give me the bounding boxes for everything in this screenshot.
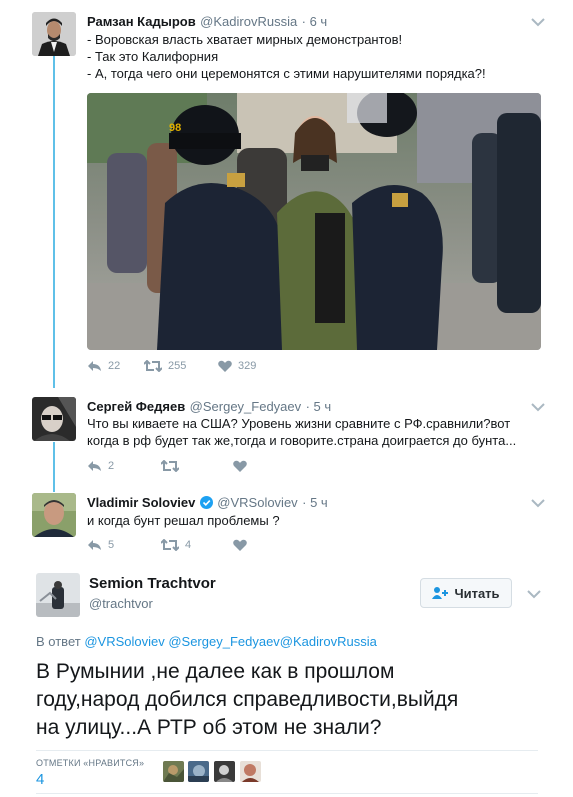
liker-avatar[interactable] [188,761,209,782]
main-tweet-text: В Румынии ,не далее как в прошлом году,н… [36,658,458,742]
retweet-icon [161,539,179,551]
main-text-line: В Румынии ,не далее как в прошлом [36,660,395,683]
chevron-down-icon[interactable] [526,588,542,600]
author-name[interactable]: Vladimir Soloviev [87,495,195,510]
retweet-count: 255 [168,360,187,372]
heart-icon [218,360,232,372]
reply-count: 5 [108,539,115,551]
like-button[interactable] [233,539,253,551]
reply-count: 22 [108,360,121,372]
liker-avatar[interactable] [163,761,184,782]
reply-button[interactable]: 22 [87,360,144,372]
tweet-time[interactable]: · 5 ч [302,495,328,510]
follow-button[interactable]: Читать [420,578,512,608]
reply-count: 2 [108,460,115,472]
divider [36,793,538,794]
avatar[interactable] [32,493,76,537]
author-handle[interactable]: @VRSoloviev [217,495,297,510]
avatar[interactable] [32,12,76,56]
retweet-button[interactable]: 255 [144,360,218,372]
thread-line [53,442,55,492]
like-count: 329 [238,360,257,372]
chevron-down-icon[interactable] [530,497,546,509]
main-text-line: году,народ добился справедливости,выйдя [36,688,459,711]
reply-icon [88,540,101,550]
tweet-text-line: - Воровская власть хватает мирных демонс… [87,32,403,47]
reply-button[interactable]: 5 [87,539,161,551]
liker-avatar[interactable] [214,761,235,782]
thread-line [53,56,55,388]
tweet-time[interactable]: · 5 ч [306,399,332,414]
tweet-text-line: и когда бунт решал проблемы ? [87,513,280,528]
reply-button[interactable]: 2 [87,460,161,472]
retweet-icon [161,460,179,472]
add-user-icon [432,587,449,599]
tweet-text-line: - А, тогда чего они церемонятся с этими … [87,66,486,81]
tweet-time[interactable]: · 6 ч [302,14,328,29]
avatar[interactable] [36,573,80,617]
tweet-text-line: Что вы киваете на США? Уровень жизни сра… [87,416,511,431]
heart-icon [233,460,247,472]
avatar[interactable] [32,397,76,441]
likes-label: ОТМЕТКИ «НРАВИТСЯ» [36,758,145,768]
chevron-down-icon[interactable] [530,16,546,28]
retweet-button[interactable] [161,460,233,472]
retweet-icon [144,360,162,372]
tweet-text-line: когда в рф будет так же,тогда и говорите… [87,433,517,448]
retweet-count: 4 [185,539,192,551]
reply-icon [88,461,101,471]
author-handle[interactable]: @KadirovRussia [200,14,297,29]
like-button[interactable]: 329 [218,360,256,372]
tweet-actions: 22 255 329 [87,360,256,372]
chevron-down-icon[interactable] [530,401,546,413]
author-name[interactable]: Сергей Федяев [87,399,185,414]
follow-label: Читать [454,585,500,601]
main-text-line: на улицу...А РТР об этом не знали? [36,716,382,739]
retweet-button[interactable]: 4 [161,539,233,551]
divider [36,750,538,751]
likes-count[interactable]: 4 [36,771,44,788]
author-handle[interactable]: @Sergey_Fedyaev [190,399,301,414]
liker-avatar[interactable] [240,761,261,782]
reply-context: В ответ @VRSoloviev @Sergey_Fedyaev@Kadi… [36,634,377,649]
tweet-actions: 2 [87,460,253,472]
author-name[interactable]: Рамзан Кадыров [87,14,196,29]
reply-to-link[interactable]: @VRSoloviev @Sergey_Fedyaev@KadirovRussi… [84,634,377,649]
tweet-actions: 5 4 [87,539,253,551]
like-button[interactable] [233,460,253,472]
main-author-handle[interactable]: @trachtvor [89,596,153,611]
verified-badge-icon [199,496,213,509]
tweet-photo[interactable]: 98 [87,93,541,350]
reply-prefix: В ответ [36,634,81,649]
tweet-text-line: - Так это Калифорния [87,49,219,64]
main-author-name[interactable]: Semion Trachtvor [89,575,216,592]
helmet-number: 98 [169,122,181,134]
heart-icon [233,539,247,551]
reply-icon [88,361,101,371]
